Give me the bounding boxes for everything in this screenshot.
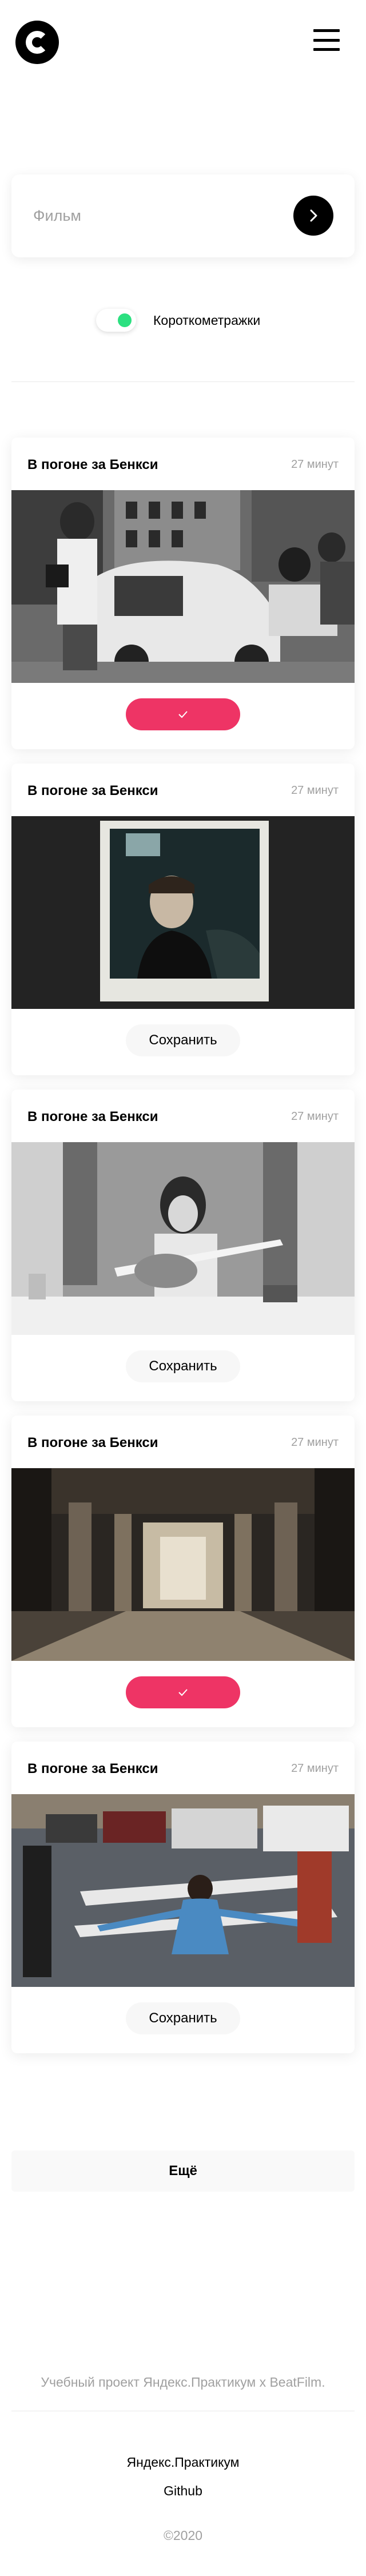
- footer-copyright: ©2020: [163, 2528, 203, 2543]
- burger-line: [313, 48, 340, 51]
- movie-duration: 27 минут: [291, 458, 339, 471]
- checkmark-icon: [178, 1689, 188, 1696]
- movie-card: В погоне за Бенкси 27 минут: [11, 1416, 355, 1727]
- shorts-filter: Короткометражки: [96, 306, 260, 335]
- header: [0, 0, 366, 86]
- movie-duration: 27 минут: [291, 1762, 339, 1775]
- footer-link-github[interactable]: Github: [0, 2483, 366, 2499]
- search-button[interactable]: [293, 196, 333, 236]
- movie-title: В погоне за Бенкси: [27, 1109, 158, 1124]
- movie-thumbnail[interactable]: [11, 1142, 355, 1335]
- checkmark-icon: [178, 711, 188, 718]
- saved-button[interactable]: [126, 698, 240, 730]
- logo-c-icon[interactable]: [15, 21, 59, 64]
- search-form: [11, 174, 355, 257]
- shorts-toggle-label: Короткометражки: [153, 312, 261, 328]
- more-button[interactable]: Ещё: [11, 2150, 355, 2192]
- shorts-toggle[interactable]: [96, 309, 136, 332]
- movie-card: В погоне за Бенкси 27 минут: [11, 438, 355, 749]
- movie-thumbnail[interactable]: [11, 490, 355, 683]
- burger-menu-icon[interactable]: [313, 27, 340, 53]
- movie-thumbnail[interactable]: [11, 816, 355, 1009]
- movie-duration: 27 минут: [291, 1436, 339, 1449]
- arrow-right-icon: [310, 209, 317, 222]
- movie-duration: 27 минут: [291, 1110, 339, 1123]
- save-button[interactable]: Сохранить: [126, 1024, 240, 1056]
- movie-duration: 27 минут: [291, 784, 339, 797]
- movie-title: В погоне за Бенкси: [27, 1761, 158, 1776]
- search-input[interactable]: [33, 204, 262, 227]
- footer-project-text: Учебный проект Яндекс.Практикум х BeatFi…: [41, 2375, 325, 2390]
- burger-line: [313, 29, 340, 32]
- footer-link-yandex[interactable]: Яндекс.Практикум: [0, 2455, 366, 2470]
- movie-thumbnail[interactable]: [11, 1794, 355, 1987]
- movie-title: В погоне за Бенкси: [27, 783, 158, 798]
- movie-title: В погоне за Бенкси: [27, 457, 158, 472]
- divider: [11, 381, 355, 382]
- save-button[interactable]: Сохранить: [126, 2002, 240, 2034]
- movie-card: В погоне за Бенкси 27 минут Сохранить: [11, 1742, 355, 2053]
- movie-card: В погоне за Бенкси 27 минут Сохранить: [11, 764, 355, 1075]
- save-button[interactable]: Сохранить: [126, 1350, 240, 1382]
- movie-title: В погоне за Бенкси: [27, 1435, 158, 1450]
- toggle-knob: [118, 313, 132, 327]
- movie-card: В погоне за Бенкси 27 минут Сохранить: [11, 1090, 355, 1401]
- burger-line: [313, 38, 340, 42]
- saved-button[interactable]: [126, 1676, 240, 1708]
- movie-thumbnail[interactable]: [11, 1468, 355, 1661]
- logo-ring: [26, 31, 49, 54]
